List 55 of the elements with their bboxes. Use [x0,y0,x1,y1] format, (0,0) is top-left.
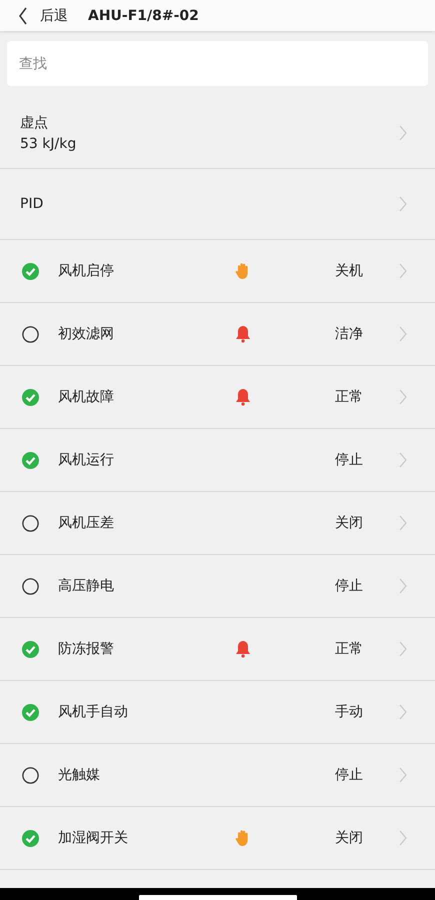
point-name: 风机故障 [58,388,115,406]
point-value: 正常 [335,640,364,658]
bell-icon [235,388,251,406]
chevron-icon [399,578,407,594]
chevron-icon [399,515,407,531]
point-name: 风机启停 [58,262,115,280]
point-row[interactable]: 加湿阀开关 关闭 [0,807,435,870]
point-value: 关闭 [335,829,364,847]
point-value: 正常 [335,388,364,406]
chevron-icon [399,767,407,783]
back-button[interactable]: 后退 [18,6,68,24]
point-value: 停止 [335,577,364,595]
point-name: 防冻报警 [58,640,115,658]
point-name: 初效滤网 [58,325,115,343]
list-item[interactable]: PID [0,169,435,240]
chevron-icon [399,389,407,405]
point-row[interactable]: 光触媒 停止 [0,744,435,807]
back-chevron-icon [18,6,28,24]
point-value: 关闭 [335,514,364,532]
chevron-icon [399,830,407,846]
point-value: 停止 [335,766,364,784]
point-name: 高压静电 [58,577,115,595]
point-value: 停止 [335,451,364,469]
home-indicator[interactable] [138,895,296,900]
chevron-icon [399,263,407,279]
point-name: 加湿阀开关 [58,829,129,847]
point-name: 风机压差 [58,514,115,532]
point-row[interactable]: 高压静电 停止 [0,555,435,618]
page-title: AHU-F1/8#-02 [88,8,199,24]
point-name: 风机手自动 [58,703,129,721]
point-row[interactable]: 初效滤网 洁净 [0,303,435,366]
bell-icon [235,640,251,658]
bell-icon [235,325,251,343]
item-label: 虚点 [20,114,49,132]
chevron-icon [399,326,407,342]
item-value: 53 kJ/kg [20,136,78,152]
point-row[interactable]: 风机手自动 手动 [0,681,435,744]
point-value: 手动 [335,703,364,721]
item-label: PID [20,196,44,212]
point-row[interactable]: 风机压差 关闭 [0,492,435,555]
point-row[interactable]: 风机运行 停止 [0,429,435,492]
chevron-icon [399,196,407,212]
list-item[interactable]: 虚点 53 kJ/kg [0,98,435,169]
point-row[interactable]: 风机启停 关机 [0,240,435,303]
search-field[interactable]: 查找 [7,41,428,86]
chevron-icon [399,704,407,720]
point-value: 洁净 [335,325,364,343]
point-row[interactable]: 防冻报警 正常 [0,618,435,681]
point-value: 关机 [335,262,364,280]
chevron-icon [399,125,407,141]
chevron-icon [399,452,407,468]
point-name: 风机运行 [58,451,115,469]
chevron-icon [399,641,407,657]
point-row[interactable]: 风机故障 正常 [0,366,435,429]
point-name: 光触媒 [58,766,101,784]
